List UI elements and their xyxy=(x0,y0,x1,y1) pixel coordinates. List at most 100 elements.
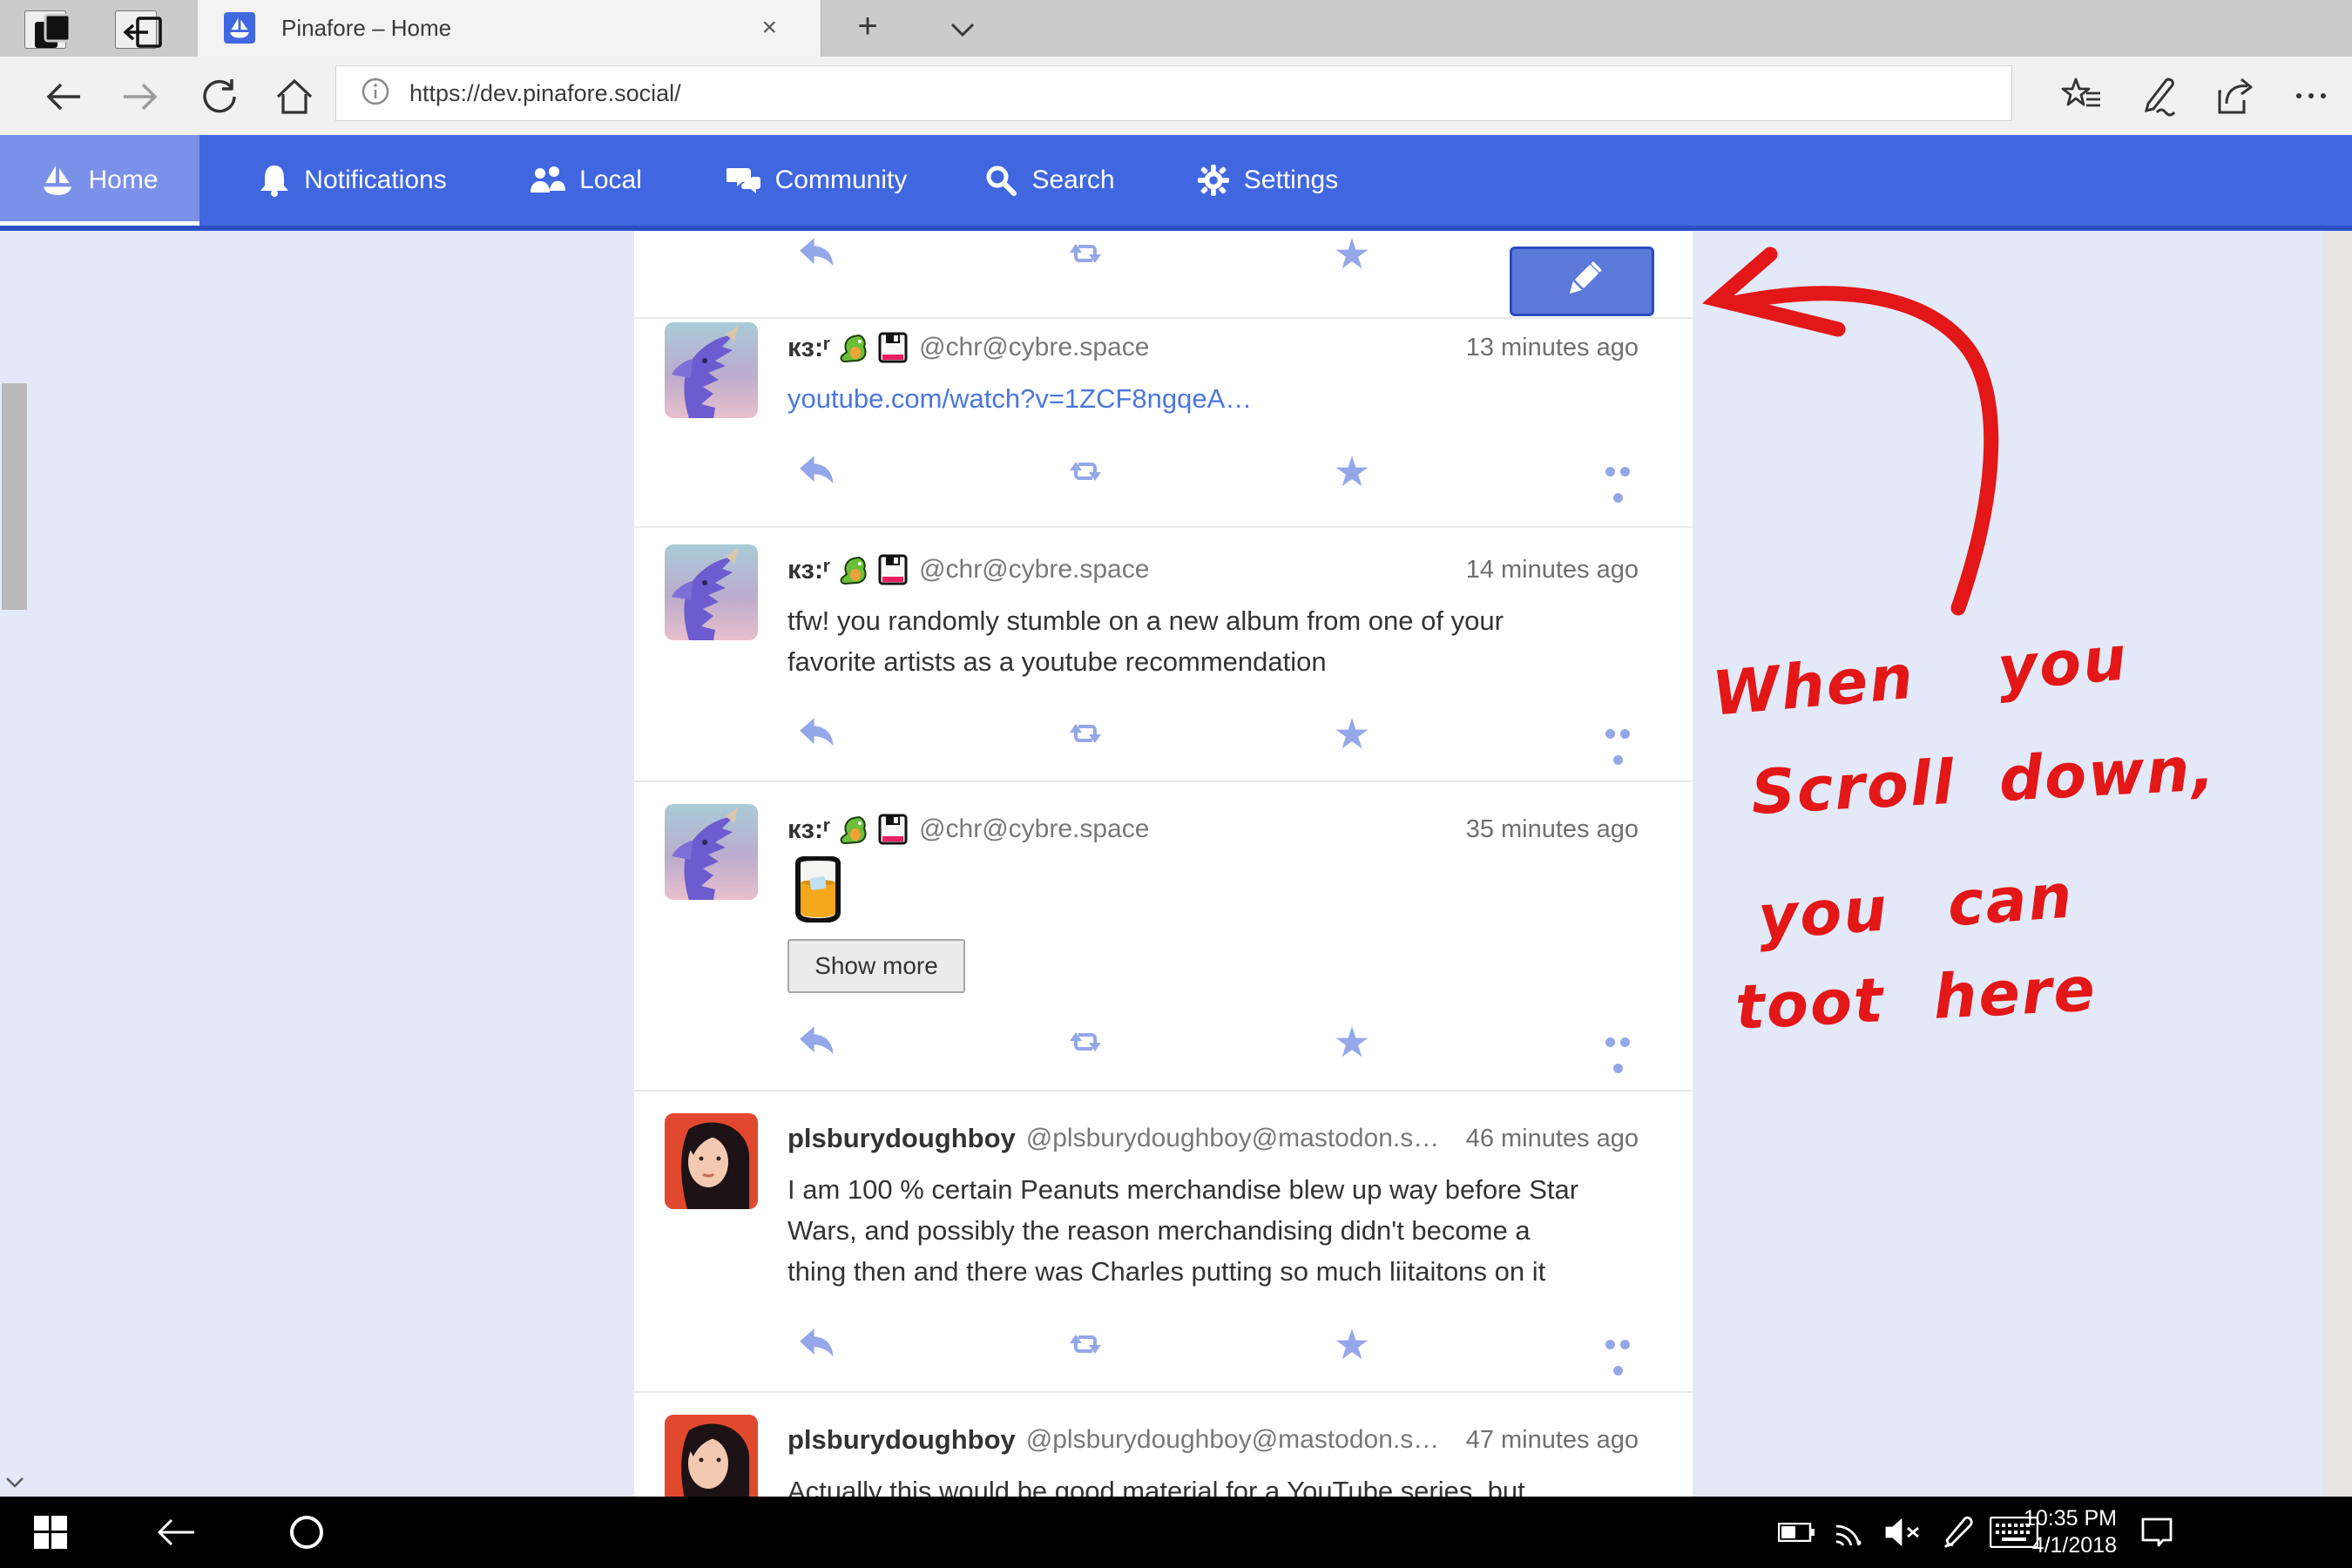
toot[interactable]: кз:ʳ @chr@cybre.space 13 minutes ago you… xyxy=(634,322,1693,526)
timestamp[interactable]: 47 minutes ago xyxy=(1466,1422,1639,1458)
action-center-icon[interactable] xyxy=(2132,1497,2181,1568)
toot-actions: ★ xyxy=(634,715,1693,754)
nav-item-notifications[interactable]: Notifications xyxy=(228,135,477,226)
avatar-dragon[interactable] xyxy=(665,544,758,640)
close-tab-icon[interactable]: × xyxy=(761,0,777,55)
display-name[interactable]: plsburydoughboy xyxy=(787,1424,1016,1456)
show-more-button[interactable]: Show more xyxy=(787,939,965,993)
dragon-emoji xyxy=(838,814,869,845)
boost-icon[interactable] xyxy=(1064,715,1106,754)
reply-icon[interactable] xyxy=(797,1024,839,1062)
divider xyxy=(634,1391,1693,1393)
chat-bubbles-icon xyxy=(727,165,761,196)
display-name[interactable]: plsburydoughboy xyxy=(787,1123,1016,1154)
reply-icon[interactable] xyxy=(797,715,839,754)
timestamp[interactable]: 13 minutes ago xyxy=(1466,329,1639,366)
timestamp[interactable]: 14 minutes ago xyxy=(1466,551,1639,588)
handle[interactable]: @chr@cybre.space xyxy=(919,814,1149,844)
toot-actions: ★ xyxy=(634,453,1693,491)
refresh-icon[interactable] xyxy=(199,76,240,118)
page-info-icon[interactable] xyxy=(361,77,390,111)
toot-header: plsburydoughboy @plsburydoughboy@mastodo… xyxy=(787,1422,1639,1458)
handle[interactable]: @plsburydoughboy@mastodon.s… xyxy=(1026,1124,1440,1153)
avatar-dragon[interactable] xyxy=(665,322,758,418)
handle[interactable]: @chr@cybre.space xyxy=(919,333,1149,362)
wifi-icon[interactable] xyxy=(1828,1497,1873,1568)
set-aside-tabs-icon[interactable] xyxy=(24,10,66,49)
screen: Pinafore – Home × + https://dev.pinafore… xyxy=(0,0,2352,1568)
handle[interactable]: @chr@cybre.space xyxy=(919,555,1149,585)
toot[interactable]: plsburydoughboy @plsburydoughboy@mastodo… xyxy=(634,1113,1693,1391)
boost-icon[interactable] xyxy=(1064,1024,1106,1062)
tab-list-chevron-icon[interactable] xyxy=(945,19,980,40)
pen-icon[interactable] xyxy=(1936,1497,1981,1568)
windows-start-icon[interactable] xyxy=(26,1497,75,1568)
browser-tab[interactable]: Pinafore – Home × xyxy=(198,0,821,57)
more-options-icon[interactable] xyxy=(1597,715,1639,754)
nav-item-settings[interactable]: Settings xyxy=(1172,135,1363,226)
scrollbar-thumb[interactable] xyxy=(2,383,27,610)
toot[interactable]: кз:ʳ @chr@cybre.space 35 minutes ago Sho… xyxy=(634,804,1693,1090)
more-options-icon[interactable] xyxy=(1597,1326,1639,1364)
floppy-disk-emoji xyxy=(877,814,909,845)
share-icon[interactable] xyxy=(2213,74,2256,118)
cortana-icon[interactable] xyxy=(280,1497,333,1568)
avatar-dragon[interactable] xyxy=(665,804,758,900)
avatar-person[interactable] xyxy=(665,1415,758,1497)
compose-toot-button[interactable] xyxy=(1510,247,1654,316)
favorite-icon[interactable]: ★ xyxy=(1331,1326,1373,1364)
boost-icon[interactable] xyxy=(1064,453,1106,491)
tumbler-glass-emoji xyxy=(791,856,845,923)
floppy-disk-emoji xyxy=(877,332,909,363)
battery-icon[interactable] xyxy=(1774,1497,1819,1568)
page-scrollbar[interactable] xyxy=(2323,231,2352,1497)
more-options-icon[interactable] xyxy=(1597,1024,1639,1062)
reply-icon[interactable] xyxy=(797,1326,839,1364)
toot-header: кз:ʳ @chr@cybre.space 35 minutes ago xyxy=(787,811,1639,848)
back-icon[interactable] xyxy=(44,76,85,118)
taskbar-back-icon[interactable] xyxy=(150,1497,202,1568)
scrollbar-down-arrow-icon[interactable] xyxy=(0,1469,29,1497)
display-name[interactable]: кз:ʳ xyxy=(787,554,830,585)
home-icon[interactable] xyxy=(274,76,315,118)
display-name[interactable]: кз:ʳ xyxy=(787,332,830,363)
toot-body: I am 100 % certain Peanuts merchandise b… xyxy=(787,1169,1667,1292)
timestamp[interactable]: 46 minutes ago xyxy=(1466,1120,1639,1157)
new-tab-icon[interactable]: + xyxy=(841,0,894,57)
display-name[interactable]: кз:ʳ xyxy=(787,814,830,845)
nav-item-community[interactable]: Community xyxy=(697,135,936,226)
handle[interactable]: @plsburydoughboy@mastodon.s… xyxy=(1026,1425,1440,1455)
favorite-icon[interactable]: ★ xyxy=(1331,715,1373,754)
more-options-icon[interactable] xyxy=(1597,453,1639,491)
forward-icon[interactable] xyxy=(118,76,160,118)
settings-more-icon[interactable] xyxy=(2289,74,2333,118)
reply-icon[interactable] xyxy=(797,235,839,274)
clock-time: 10:35 PM xyxy=(1990,1505,2117,1532)
toot[interactable]: кз:ʳ @chr@cybre.space 14 minutes ago tfw… xyxy=(634,544,1693,781)
url-text[interactable]: https://dev.pinafore.social/ xyxy=(409,80,681,107)
restore-tabs-icon[interactable] xyxy=(115,10,157,49)
nav-label-home: Home xyxy=(88,166,158,195)
nav-item-local[interactable]: Local xyxy=(507,135,664,226)
boost-icon[interactable] xyxy=(1064,1326,1106,1364)
reply-icon[interactable] xyxy=(797,453,839,491)
web-note-pen-icon[interactable] xyxy=(2136,74,2180,118)
favorite-icon[interactable]: ★ xyxy=(1331,1024,1373,1062)
body-line: thing then and there was Charles putting… xyxy=(787,1251,1667,1292)
home-timeline: ★ кз:ʳ @chr@cybre.space 13 minutes ago xyxy=(634,231,1693,1497)
favorites-hub-icon[interactable] xyxy=(2060,74,2104,118)
toot-link[interactable]: youtube.com/watch?v=1ZCF8ngqeA… xyxy=(787,383,1252,414)
timestamp[interactable]: 35 minutes ago xyxy=(1466,811,1639,848)
nav-label-local: Local xyxy=(579,166,642,195)
toot-header: кз:ʳ @chr@cybre.space 13 minutes ago xyxy=(787,329,1639,366)
taskbar-clock[interactable]: 10:35 PM 4/1/2018 xyxy=(1990,1505,2117,1559)
nav-item-home[interactable]: Home xyxy=(0,135,199,226)
volume-muted-icon[interactable] xyxy=(1880,1497,1929,1568)
favorite-icon[interactable]: ★ xyxy=(1331,235,1373,274)
favorite-icon[interactable]: ★ xyxy=(1331,453,1373,491)
address-bar[interactable]: https://dev.pinafore.social/ xyxy=(335,65,2012,121)
nav-item-search[interactable]: Search xyxy=(963,135,1137,226)
toot[interactable]: plsburydoughboy @plsburydoughboy@mastodo… xyxy=(634,1415,1693,1497)
avatar-person[interactable] xyxy=(665,1113,758,1209)
boost-icon[interactable] xyxy=(1064,235,1106,274)
